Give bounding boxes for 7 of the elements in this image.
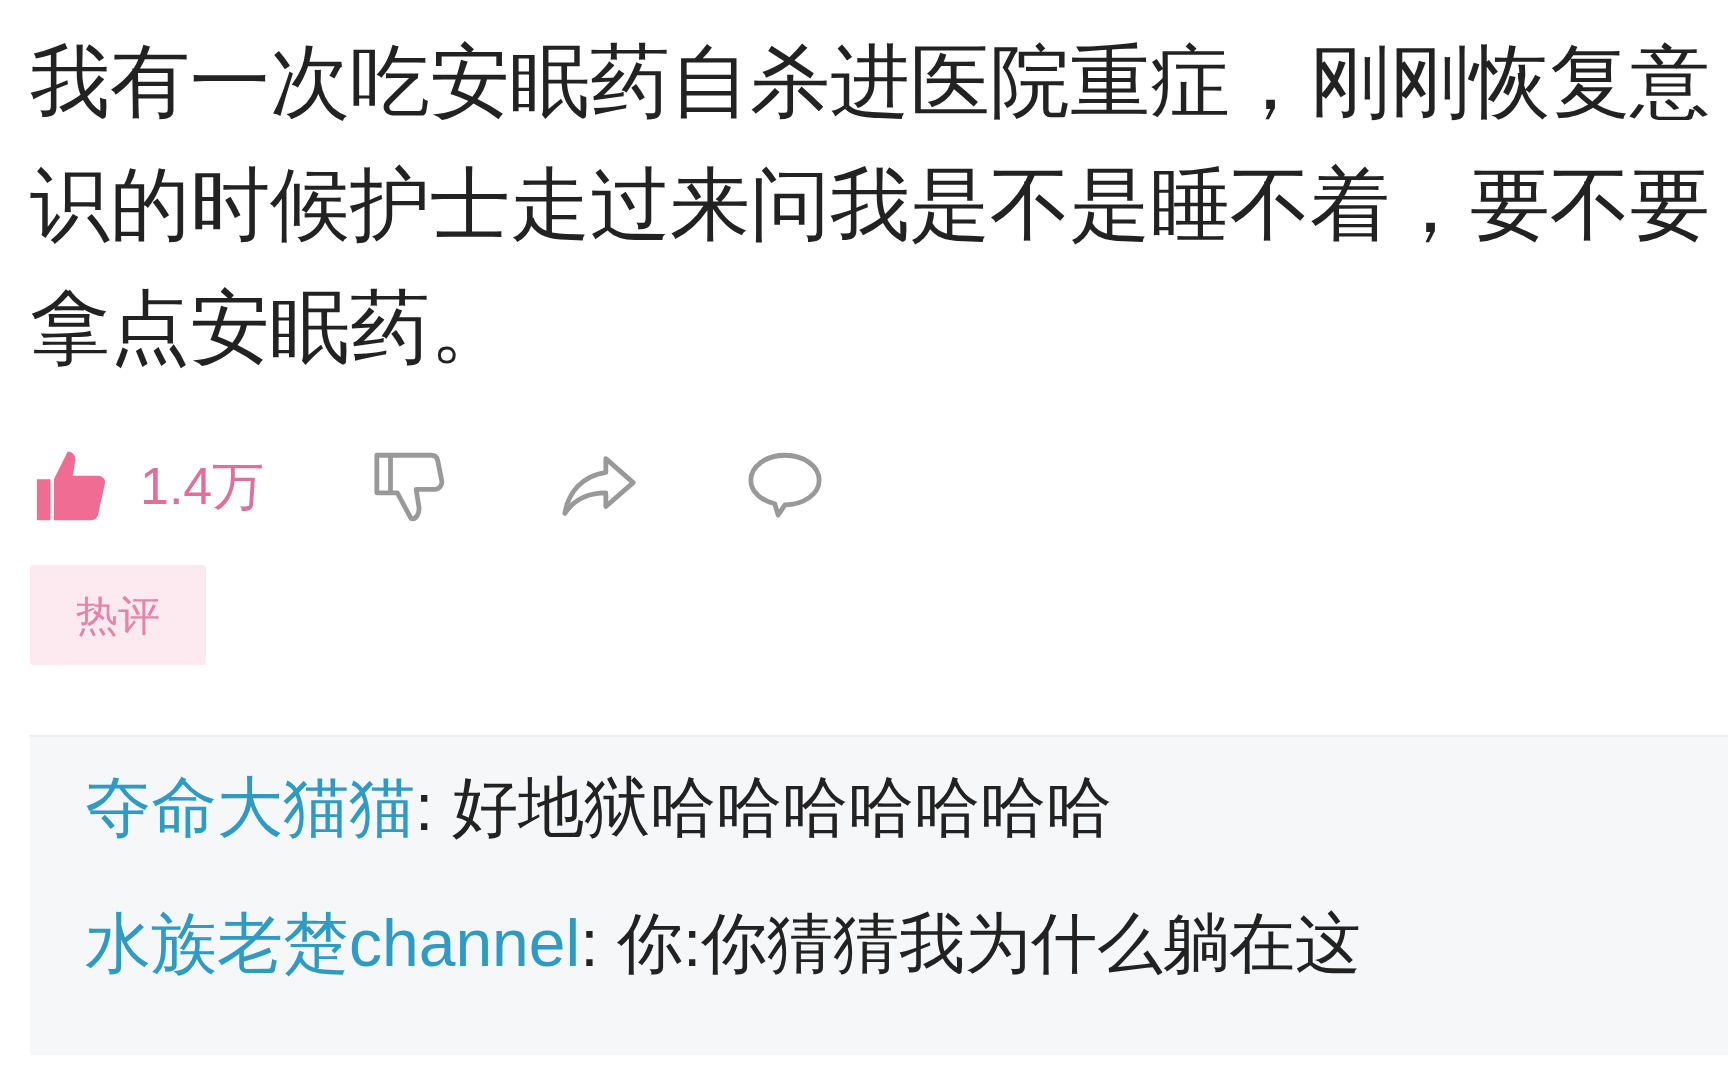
reply-text: : 你:你猜猜我为什么躺在这 [580, 905, 1362, 982]
like-button[interactable]: 1.4万 [30, 445, 265, 527]
reply-text: : 好地狱哈哈哈哈哈哈哈 [415, 769, 1112, 846]
hot-comment-tag: 热评 [30, 565, 206, 665]
reply-username[interactable]: 夺命大猫猫 [85, 767, 415, 847]
comment-text: 我有一次吃安眠药自杀进医院重症，刚刚恢复意识的时候护士走过来问我是不是睡不着，要不要拿点安眠药。 [30, 36, 1711, 374]
reply-username[interactable]: 水族老楚channel [85, 903, 581, 983]
